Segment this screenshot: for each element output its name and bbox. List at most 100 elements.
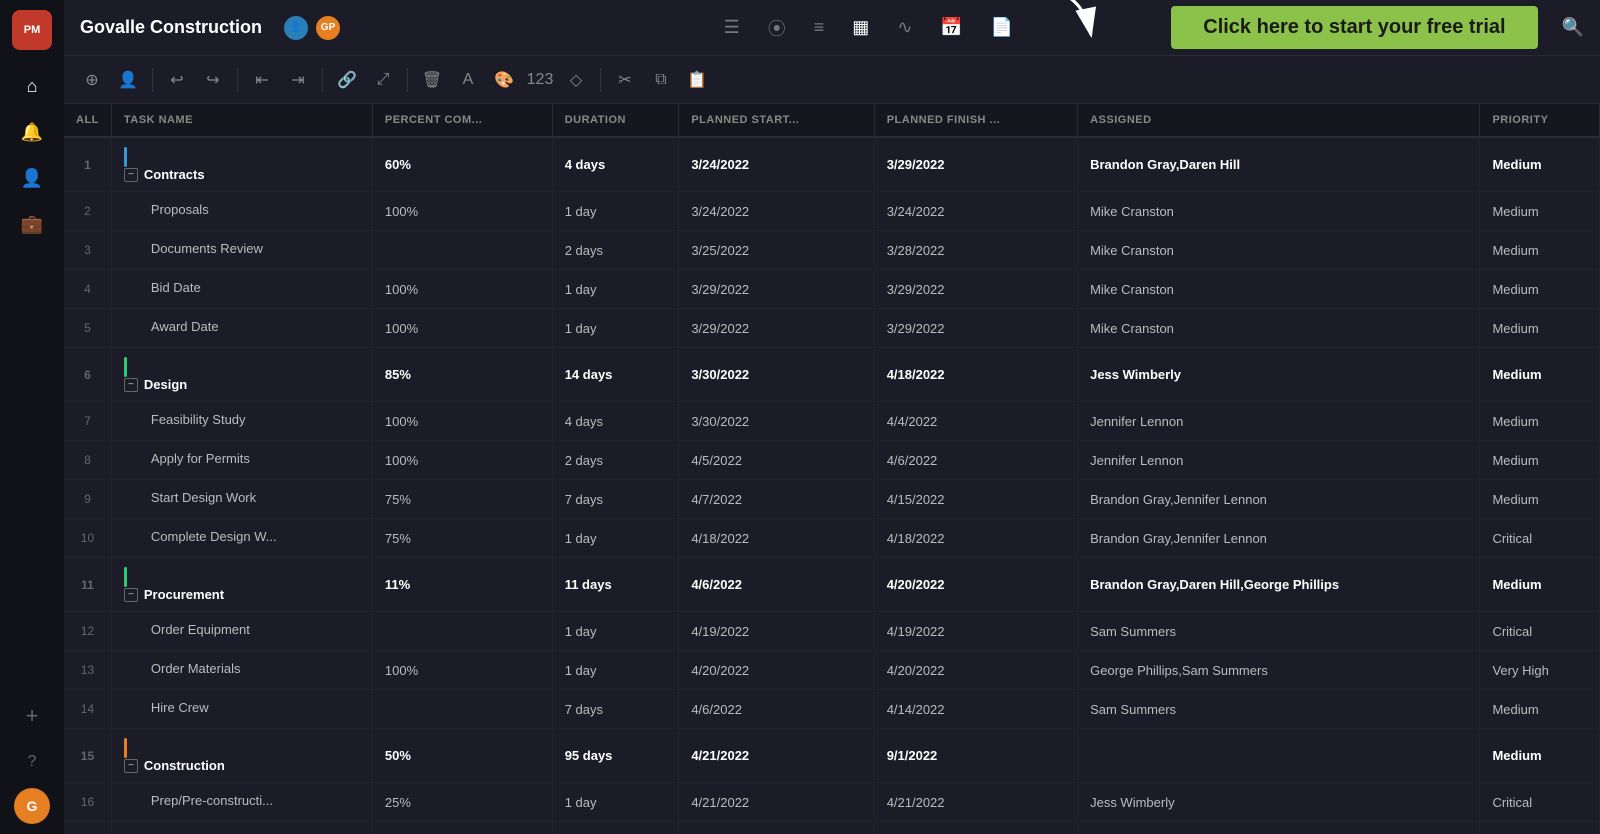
row-duration: 4 days [552,402,679,441]
table-row[interactable]: 1− Contracts60%4 days3/24/20223/29/2022B… [64,137,1600,192]
grid-view-icon[interactable]: ▦ [846,11,875,44]
link-button[interactable]: 🔗 [331,64,363,96]
table-row[interactable]: 14Hire Crew7 days4/6/20224/14/2022Sam Su… [64,690,1600,729]
font-button[interactable]: A [452,64,484,96]
row-finish: 4/4/2022 [874,402,1077,441]
row-priority: Medium [1480,348,1600,402]
chart-view-icon[interactable]: ⦿ [762,9,792,47]
row-duration: 7 days [552,690,679,729]
sidebar-item-team[interactable]: 👤 [12,158,52,198]
row-assigned: Brandon Gray,Daren Hill [1078,137,1480,192]
color-button[interactable]: 🎨 [488,64,520,96]
table-row[interactable]: 17Construction Start ...75%1 day4/26/202… [64,822,1600,834]
table-row[interactable]: 7Feasibility Study100%4 days3/30/20224/4… [64,402,1600,441]
add-task-button[interactable]: ⊕ [76,64,108,96]
row-task-name[interactable]: − Design [111,348,372,402]
sidebar-item-notifications[interactable]: 🔔 [12,112,52,152]
gantt-view-icon[interactable]: ≡ [808,11,831,44]
row-task-name[interactable]: Hire Crew [111,690,372,729]
table-header-row: ALL TASK NAME PERCENT COM... DURATION PL… [64,104,1600,137]
row-percent: 100% [372,651,552,690]
outdent-button[interactable]: ⇤ [246,64,278,96]
divider-2 [237,68,238,92]
row-task-name[interactable]: Documents Review [111,231,372,270]
row-task-name[interactable]: Order Equipment [111,612,372,651]
row-task-name[interactable]: − Construction [111,729,372,783]
divider-1 [152,68,153,92]
row-percent: 100% [372,441,552,480]
row-task-name[interactable]: Prep/Pre-constructi... [111,783,372,822]
sidebar-item-help[interactable]: ? [12,742,52,782]
row-task-name[interactable]: − Contracts [111,137,372,192]
table-row[interactable]: 8Apply for Permits100%2 days4/5/20224/6/… [64,441,1600,480]
row-start: 4/6/2022 [679,558,874,612]
row-task-name[interactable]: Start Design Work [111,480,372,519]
row-finish: 3/29/2022 [874,309,1077,348]
table-row[interactable]: 5Award Date100%1 day3/29/20223/29/2022Mi… [64,309,1600,348]
row-task-name[interactable]: Complete Design W... [111,519,372,558]
row-duration: 1 day [552,651,679,690]
row-start: 4/5/2022 [679,441,874,480]
row-task-name[interactable]: Award Date [111,309,372,348]
row-assigned: Mike Cranston [1078,270,1480,309]
search-icon[interactable]: 🔍 [1562,17,1584,38]
table-row[interactable]: 3Documents Review2 days3/25/20223/28/202… [64,231,1600,270]
paste-button[interactable]: 📋 [681,64,713,96]
row-task-name[interactable]: Feasibility Study [111,402,372,441]
table-row[interactable]: 10Complete Design W...75%1 day4/18/20224… [64,519,1600,558]
cta-banner[interactable]: Click here to start your free trial [1171,6,1537,49]
sidebar-item-add[interactable]: + [12,696,52,736]
row-assigned: Brandon Gray,Jennifer Lennon [1078,519,1480,558]
row-priority: Medium [1480,729,1600,783]
col-all: ALL [64,104,111,137]
row-number: 3 [64,231,111,270]
indent-button[interactable]: ⇥ [282,64,314,96]
row-priority: Medium [1480,558,1600,612]
table-row[interactable]: 16Prep/Pre-constructi...25%1 day4/21/202… [64,783,1600,822]
row-task-name[interactable]: Proposals [111,192,372,231]
row-assigned: Mike Cranston [1078,309,1480,348]
row-start: 4/21/2022 [679,729,874,783]
table-row[interactable]: 4Bid Date100%1 day3/29/20223/29/2022Mike… [64,270,1600,309]
app-logo: PM [12,10,52,50]
add-user-button[interactable]: 👤 [112,64,144,96]
row-finish: 3/28/2022 [874,231,1077,270]
row-assigned [1078,729,1480,783]
row-percent: 100% [372,402,552,441]
sidebar-item-projects[interactable]: 💼 [12,204,52,244]
undo-button[interactable]: ↩ [161,64,193,96]
table-row[interactable]: 13Order Materials100%1 day4/20/20224/20/… [64,651,1600,690]
cut-button[interactable]: ✂ [609,64,641,96]
timeline-view-icon[interactable]: ∿ [891,11,918,44]
row-assigned: Sam Summers [1078,690,1480,729]
user-avatar[interactable]: G [14,788,50,824]
row-percent [372,231,552,270]
row-duration: 1 day [552,270,679,309]
sidebar-item-home[interactable]: ⌂ [12,66,52,106]
calendar-view-icon[interactable]: 📅 [934,11,968,44]
delete-button[interactable]: 🗑 [416,64,448,96]
row-number: 15 [64,729,111,783]
row-task-name[interactable]: − Procurement [111,558,372,612]
dependency-button[interactable]: ⤢ [367,64,399,96]
number-button[interactable]: 123 [524,64,556,96]
redo-button[interactable]: ↪ [197,64,229,96]
row-task-name[interactable]: Bid Date [111,270,372,309]
list-view-icon[interactable]: ☰ [718,11,746,44]
row-finish: 4/18/2022 [874,519,1077,558]
row-task-name[interactable]: Order Materials [111,651,372,690]
table-row[interactable]: 15− Construction50%95 days4/21/20229/1/2… [64,729,1600,783]
table-row[interactable]: 9Start Design Work75%7 days4/7/20224/15/… [64,480,1600,519]
shape-button[interactable]: ◇ [560,64,592,96]
table-row[interactable]: 11− Procurement11%11 days4/6/20224/20/20… [64,558,1600,612]
row-start: 4/18/2022 [679,519,874,558]
row-task-name[interactable]: Apply for Permits [111,441,372,480]
table-row[interactable]: 6− Design85%14 days3/30/20224/18/2022Jes… [64,348,1600,402]
row-task-name[interactable]: Construction Start ... [111,822,372,834]
table-row[interactable]: 2Proposals100%1 day3/24/20223/24/2022Mik… [64,192,1600,231]
table-row[interactable]: 12Order Equipment1 day4/19/20224/19/2022… [64,612,1600,651]
row-finish: 9/1/2022 [874,729,1077,783]
copy-button[interactable]: ⧉ [645,64,677,96]
main-content: Govalle Construction 👤 GP ☰ ⦿ ≡ ▦ ∿ 📅 📄 [64,0,1600,834]
col-start: PLANNED START... [679,104,874,137]
